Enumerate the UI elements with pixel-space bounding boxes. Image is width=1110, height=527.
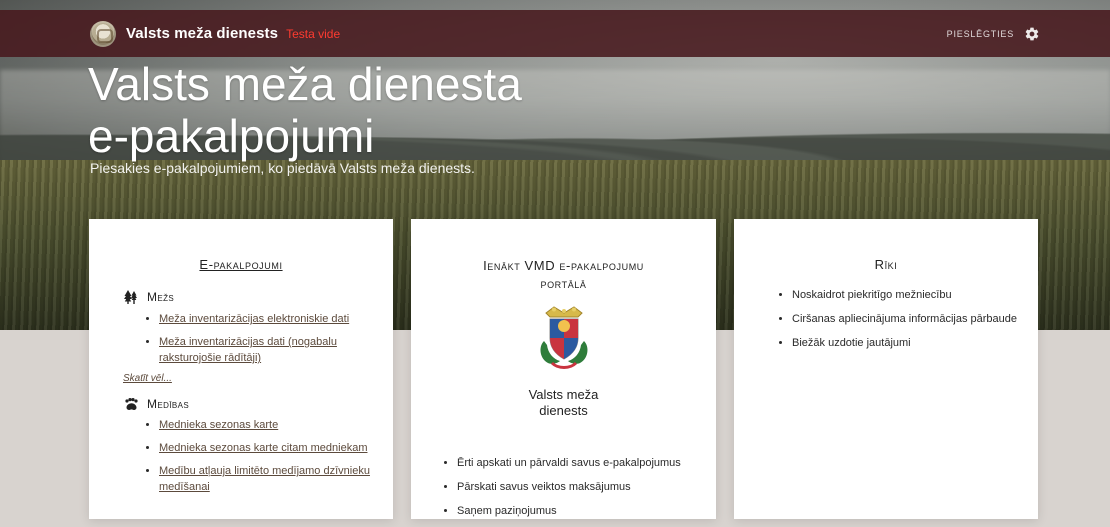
- page-title: Valsts meža dienesta e-pakalpojumi: [88, 58, 728, 162]
- see-more-link[interactable]: Skatīt vēl...: [123, 373, 172, 384]
- brand[interactable]: Valsts meža dienests Testa vide: [90, 10, 340, 57]
- portal-benefit: Ērti apskati un pārvaldi savus e-pakalpo…: [457, 455, 698, 471]
- mezs-link-2[interactable]: Meža inventarizācijas dati (nogabalu rak…: [159, 336, 337, 364]
- section-mezs: Mežs: [123, 289, 174, 305]
- paw-icon: [123, 396, 139, 412]
- page-title-line2: e-pakalpojumi: [88, 110, 375, 162]
- organization-name: Valsts meža dienests: [411, 387, 716, 419]
- mezs-link-item: Meža inventarizācijas elektroniskie dati: [159, 311, 375, 327]
- medibas-link-item: Mednieka sezonas karte: [159, 417, 375, 433]
- section-medibas: Medības: [123, 396, 189, 412]
- mezs-links: Meža inventarizācijas elektroniskie dati…: [145, 311, 375, 373]
- portal-benefit: Pārskati savus veiktos maksājumus: [457, 479, 698, 495]
- environment-label: Testa vide: [286, 26, 341, 41]
- tools-item[interactable]: Biežāk uzdotie jautājumi: [792, 335, 1018, 351]
- section-mezs-label: Mežs: [147, 290, 175, 304]
- brand-name: Valsts meža dienests: [126, 25, 279, 42]
- logo-icon: [90, 20, 116, 47]
- card-portal-title[interactable]: Ienākt VMD e-pakalpojumu portālā: [411, 257, 716, 293]
- tools-item[interactable]: Ciršanas apliecinājuma informācijas pārb…: [792, 311, 1018, 327]
- top-navbar: Valsts meža dienests Testa vide PIESLĒGT…: [0, 10, 1110, 57]
- coat-of-arms-icon: [532, 303, 596, 371]
- trees-icon: [123, 289, 139, 305]
- mezs-link-item: Meža inventarizācijas dati (nogabalu rak…: [159, 334, 375, 366]
- card-services-title[interactable]: E-pakalpojumi: [89, 257, 393, 272]
- organization-name-line1: Valsts meža: [528, 387, 599, 402]
- medibas-link-2[interactable]: Mednieka sezonas karte citam medniekam: [159, 442, 367, 454]
- login-link[interactable]: PIESLĒGTIES: [947, 29, 1014, 39]
- card-portal: Ienākt VMD e-pakalpojumu portālā Valsts …: [411, 219, 716, 519]
- card-tools-title: Rīki: [874, 257, 898, 272]
- mezs-link-1[interactable]: Meža inventarizācijas elektroniskie dati: [159, 313, 349, 325]
- medibas-links: Mednieka sezonas karte Mednieka sezonas …: [145, 417, 375, 502]
- medibas-link-item: Mednieka sezonas karte citam medniekam: [159, 440, 375, 456]
- medibas-link-item: Medību atļauja limitēto medījamo dzīvnie…: [159, 463, 375, 495]
- page-subtitle: Piesakies e-pakalpojumiem, ko piedāvā Va…: [90, 160, 475, 176]
- medibas-link-1[interactable]: Mednieka sezonas karte: [159, 419, 278, 431]
- section-medibas-label: Medības: [147, 397, 190, 411]
- gear-icon[interactable]: [1024, 26, 1040, 42]
- tools-item[interactable]: Noskaidrot piekritīgo mežniecību: [792, 287, 1018, 303]
- medibas-link-3[interactable]: Medību atļauja limitēto medījamo dzīvnie…: [159, 465, 370, 493]
- navbar-actions: PIESLĒGTIES: [947, 10, 1040, 57]
- organization-name-line2: dienests: [539, 403, 588, 418]
- card-services: E-pakalpojumi Mežs Meža inventarizācijas…: [89, 219, 393, 519]
- card-tools: Rīki Noskaidrot piekritīgo mežniecību Ci…: [734, 219, 1038, 519]
- portal-benefits: Ērti apskati un pārvaldi savus e-pakalpo…: [443, 455, 698, 527]
- tools-list: Noskaidrot piekritīgo mežniecību Ciršana…: [778, 287, 1018, 359]
- portal-benefit: Saņem paziņojumus: [457, 503, 698, 519]
- page-title-line1: Valsts meža dienesta: [88, 58, 522, 110]
